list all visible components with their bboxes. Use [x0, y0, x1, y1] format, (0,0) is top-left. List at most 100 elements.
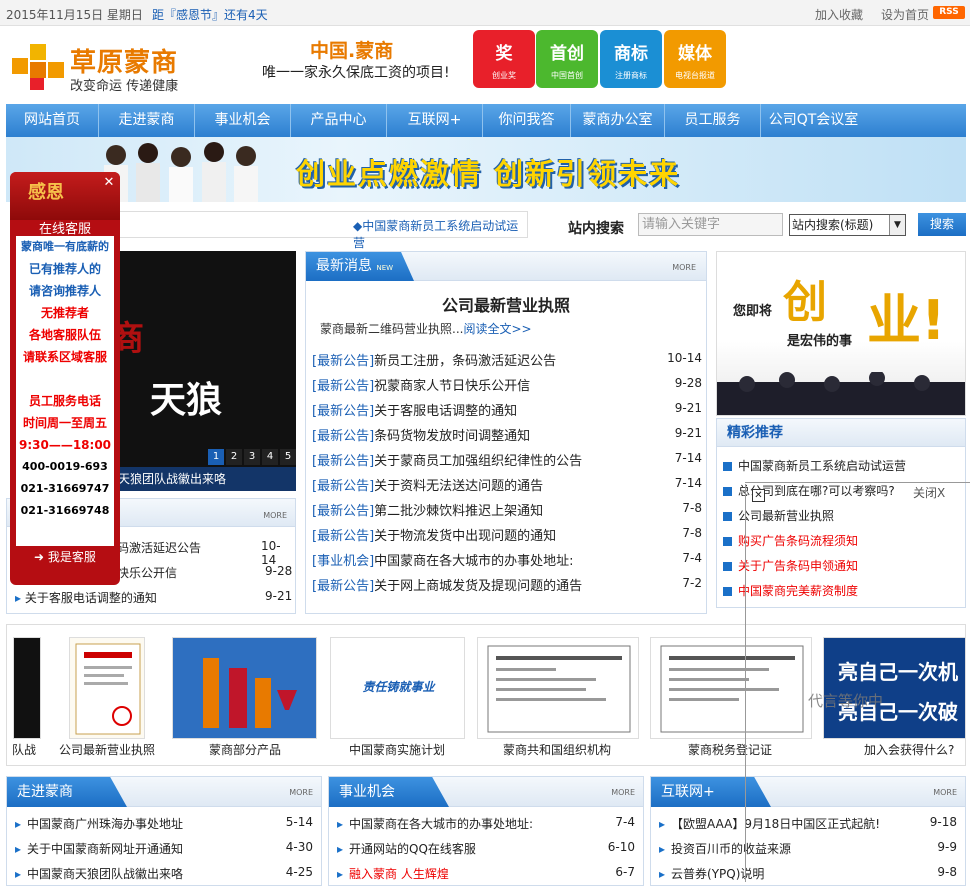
- opportunity-more-link[interactable]: MORE: [611, 788, 635, 797]
- close-icon[interactable]: ✕: [752, 489, 765, 502]
- gallery-caption[interactable]: 蒙商税务登记证: [688, 741, 772, 758]
- list-item[interactable]: 融入蒙商 人生辉煌6-7: [337, 865, 635, 882]
- gallery-caption[interactable]: 队战: [12, 741, 36, 758]
- left-more-link[interactable]: MORE: [263, 511, 287, 520]
- recommend-item[interactable]: 购买广告条码流程须知: [723, 532, 858, 549]
- news-item[interactable]: [事业机会]中国蒙商在各大城市的办事处地址: 7-4: [312, 550, 702, 569]
- rss-icon[interactable]: RSS: [933, 6, 965, 19]
- news-item[interactable]: [最新公告]第二批沙棘饮料推迟上架通知 7-8: [312, 500, 702, 519]
- entrepreneur-ad-image[interactable]: 您即将 创 业! 是宏伟的事: [716, 251, 966, 416]
- slider-dot-5[interactable]: 5: [280, 449, 296, 465]
- gallery-caption[interactable]: 中国蒙商实施计划: [349, 741, 445, 758]
- list-item-date: 9-28: [265, 564, 293, 578]
- nav-office[interactable]: 蒙商办公室: [571, 104, 665, 137]
- list-item[interactable]: 云普券(YPQ)说明9-8: [659, 865, 957, 882]
- news-item[interactable]: [最新公告]关于资料无法送达问题的通告 7-14: [312, 475, 702, 494]
- gallery-caption[interactable]: 公司最新营业执照: [59, 741, 155, 758]
- about-box: 走进蒙商 MORE 中国蒙商广州珠海办事处地址5-14 关于中国蒙商新网址开通通…: [6, 776, 322, 886]
- service-line: 员工服务电话: [28, 394, 101, 408]
- list-item[interactable]: 码激活延迟公告: [117, 539, 201, 556]
- internet-more-link[interactable]: MORE: [933, 788, 957, 797]
- news-item[interactable]: [最新公告]关于蒙商员工加强组织纪律性的公告 7-14: [312, 450, 702, 469]
- gallery-caption[interactable]: 蒙商共和国组织机构: [503, 741, 611, 758]
- slider-dot-3[interactable]: 3: [244, 449, 260, 465]
- about-more-link[interactable]: MORE: [289, 788, 313, 797]
- recommend-item[interactable]: 总公司到底在哪?可以考察吗?: [723, 482, 895, 499]
- list-item[interactable]: 投资百川币的收益来源9-9: [659, 840, 957, 857]
- thanks-greeting: 感恩: [28, 182, 64, 203]
- news-item[interactable]: [最新公告]祝蒙商家人节日快乐公开信 9-28: [312, 375, 702, 394]
- close-icon[interactable]: ✕: [102, 176, 116, 190]
- news-item[interactable]: [最新公告]关于物流发货中出现问题的通知 7-8: [312, 525, 702, 544]
- list-item[interactable]: ▸ 关于客服电话调整的通知: [15, 589, 157, 606]
- news-headline[interactable]: 公司最新营业执照: [306, 292, 706, 316]
- opportunity-tab[interactable]: 事业机会: [329, 777, 449, 807]
- new-tag: NEW: [376, 264, 394, 272]
- read-more-link[interactable]: 阅读全文>>: [463, 322, 531, 336]
- news-more-link[interactable]: MORE: [672, 263, 696, 272]
- hero-banner: 创业点燃激情 创新引领未来: [6, 137, 966, 202]
- gallery-image[interactable]: [650, 637, 812, 739]
- list-item[interactable]: 中国蒙商广州珠海办事处地址5-14: [15, 815, 313, 832]
- ticker-text[interactable]: ◆中国蒙商新员工系统启动试运营: [353, 217, 527, 251]
- site-logo[interactable]: 草原蒙商 改变命运 传递健康: [8, 40, 208, 95]
- list-item[interactable]: 快乐公开信: [117, 564, 177, 581]
- gallery-caption[interactable]: 加入会获得什么?: [864, 741, 954, 758]
- service-phone[interactable]: 021-31669748: [16, 500, 114, 522]
- nav-qt-meeting[interactable]: 公司QT会议室: [761, 104, 866, 137]
- gallery-caption[interactable]: 蒙商部分产品: [209, 741, 281, 758]
- nav-products[interactable]: 产品中心: [291, 104, 387, 137]
- plan-sign: 责任铸就事业: [362, 680, 435, 694]
- service-line: 时间周一至周五: [22, 416, 107, 430]
- list-item[interactable]: 中国蒙商天狼团队战徽出来咯4-25: [15, 865, 313, 882]
- about-tab[interactable]: 走进蒙商: [7, 777, 127, 807]
- recommend-item[interactable]: 公司最新营业执照: [723, 507, 834, 524]
- slider-dot-2[interactable]: 2: [226, 449, 242, 465]
- service-phone[interactable]: 021-31669747: [16, 478, 114, 500]
- nav-internet[interactable]: 互联网+: [387, 104, 483, 137]
- news-item[interactable]: [最新公告]关于客服电话调整的通知 9-21: [312, 400, 702, 419]
- ad-frame-line: [745, 482, 970, 483]
- banner-slogan: 创业点燃激情 创新引领未来: [296, 157, 681, 191]
- nav-home[interactable]: 网站首页: [6, 104, 99, 137]
- add-favorite-link[interactable]: 加入收藏: [815, 6, 863, 23]
- slider-caption[interactable]: 天狼团队战徽出来咯: [110, 467, 296, 491]
- gallery-image[interactable]: [477, 637, 639, 739]
- slider-dot-4[interactable]: 4: [262, 449, 278, 465]
- list-item[interactable]: 中国蒙商在各大城市的办事处地址:7-4: [337, 815, 635, 832]
- current-date: 2015年11月15日 星期日: [6, 8, 143, 22]
- list-item[interactable]: 关于中国蒙商新网址开通通知4-30: [15, 840, 313, 857]
- search-button[interactable]: 搜索: [918, 213, 966, 236]
- nav-faq[interactable]: 你问我答: [483, 104, 571, 137]
- image-slider[interactable]: 商 天狼 1 2 3 4 5 天狼团队战徽出来咯: [110, 251, 296, 491]
- chevron-down-icon[interactable]: ▼: [889, 215, 905, 235]
- service-phone[interactable]: 400-0019-693: [16, 456, 114, 478]
- news-item[interactable]: [最新公告]条码货物发放时间调整通知 9-21: [312, 425, 702, 444]
- contact-service-button[interactable]: ➜ 我是客服: [10, 548, 120, 565]
- gallery-image[interactable]: 责任铸就事业: [330, 637, 465, 739]
- nav-staff-service[interactable]: 员工服务: [665, 104, 761, 137]
- search-input[interactable]: 请输入关键字: [638, 213, 783, 236]
- recommend-item[interactable]: 中国蒙商完美薪资制度: [723, 582, 858, 599]
- recommend-item[interactable]: 中国蒙商新员工系统启动试运营: [723, 457, 906, 474]
- search-scope-select[interactable]: 站内搜索(标题) ▼: [789, 214, 906, 236]
- gallery-image[interactable]: [69, 637, 145, 739]
- nav-opportunity[interactable]: 事业机会: [195, 104, 291, 137]
- online-service-title: 在线客服: [38, 222, 91, 237]
- gallery-image[interactable]: 亮自己一次机 亮自己一次破: [823, 637, 966, 739]
- news-summary: 蒙商最新二维码营业执照...阅读全文>>: [320, 322, 532, 336]
- list-item[interactable]: 开通网站的QQ在线客服6-10: [337, 840, 635, 857]
- list-item[interactable]: 【欧盟AAA】9月18日中国区正式起航!9-18: [659, 815, 957, 832]
- ad-close-button[interactable]: 关闭X: [913, 484, 945, 501]
- news-tab[interactable]: 最新消息 NEW: [306, 252, 414, 281]
- internet-tab[interactable]: 互联网+: [651, 777, 771, 807]
- set-homepage-link[interactable]: 设为首页: [881, 6, 929, 23]
- recommend-item[interactable]: 关于广告条码申领通知: [723, 557, 858, 574]
- slider-dot-1[interactable]: 1: [208, 449, 224, 465]
- gallery-image[interactable]: [13, 637, 41, 739]
- news-item[interactable]: [最新公告]新员工注册，条码激活延迟公告 10-14: [312, 350, 702, 369]
- gallery-image[interactable]: [172, 637, 317, 739]
- holiday-countdown[interactable]: 距『感恩节』还有4天: [152, 6, 268, 23]
- nav-about[interactable]: 走进蒙商: [99, 104, 195, 137]
- news-item[interactable]: [最新公告]关于网上商城发货及提现问题的通告 7-2: [312, 575, 702, 594]
